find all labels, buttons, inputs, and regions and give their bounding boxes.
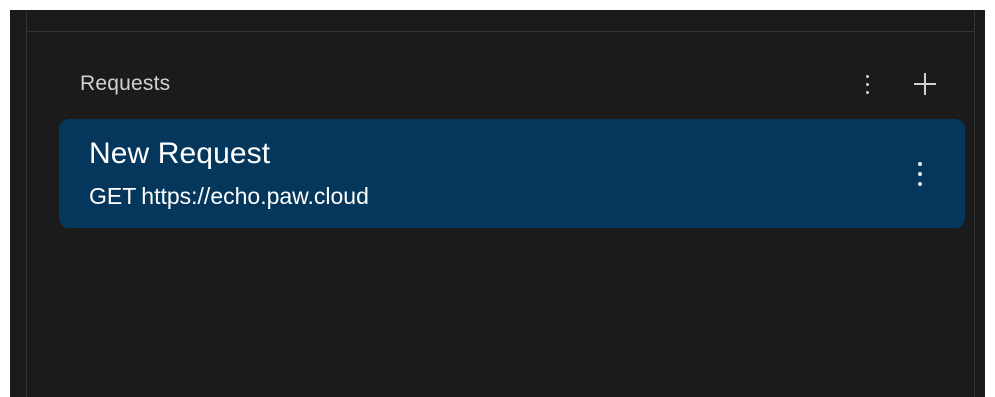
window-edge-right [985, 0, 995, 397]
request-url: https://echo.paw.cloud [141, 183, 369, 209]
request-name: New Request [89, 137, 271, 170]
app-frame: Requests New Request GET https://echo.paw… [0, 0, 995, 397]
request-menu-button[interactable] [905, 157, 935, 191]
window-edge-top [0, 0, 995, 10]
more-options-button[interactable] [852, 69, 882, 99]
plus-icon [914, 73, 936, 95]
request-endpoint: GET https://echo.paw.cloud [89, 183, 369, 210]
kebab-vertical-icon [918, 162, 922, 186]
add-request-button[interactable] [910, 69, 940, 99]
requests-sidebar-panel: Requests New Request GET https://echo.paw… [10, 10, 985, 397]
panel-left-border [26, 10, 27, 397]
request-list-item[interactable]: New Request GET https://echo.paw.cloud [59, 119, 965, 228]
panel-right-border [974, 10, 975, 397]
panel-divider [27, 31, 974, 32]
window-edge-left [0, 0, 10, 397]
header-actions [852, 69, 940, 99]
requests-section-header: Requests [80, 68, 940, 100]
request-method: GET [89, 183, 137, 209]
kebab-vertical-icon [865, 74, 869, 94]
section-title: Requests [80, 72, 171, 95]
